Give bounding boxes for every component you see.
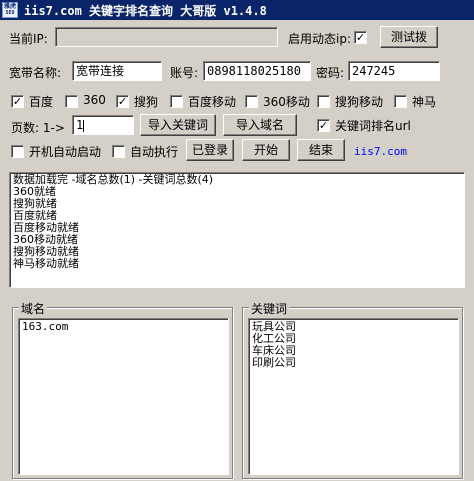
test-dial-button[interactable]: 测试拨 xyxy=(380,26,438,48)
broadband-name-label: 宽带名称: xyxy=(9,66,62,80)
log-line: 百度移动就绪 xyxy=(13,221,79,234)
window-title: iis7.com 关键字排名查询 大哥版 v1.4.8 xyxy=(24,4,267,18)
autorun-checkbox[interactable] xyxy=(112,145,125,158)
app-icon-text-bottom: SEO xyxy=(5,10,15,16)
keywords-group: 关键词 玩具公司 化工公司 车床公司 印刷公司 xyxy=(242,300,463,479)
engine-360-checkbox[interactable] xyxy=(65,95,78,108)
broadband-name-input[interactable]: 宽带连接 xyxy=(72,61,162,81)
log-line: 360移动就绪 xyxy=(13,233,78,246)
engine-shenma-label: 神马 xyxy=(412,95,437,109)
keywords-list[interactable]: 玩具公司 化工公司 车床公司 印刷公司 xyxy=(248,318,459,475)
log-line: 360就绪 xyxy=(13,185,56,198)
start-button[interactable]: 开始 xyxy=(242,139,290,161)
engine-sogou-mobile-checkbox[interactable] xyxy=(317,95,330,108)
current-ip-label: 当前IP: xyxy=(9,32,48,46)
import-domains-button[interactable]: 导入域名 xyxy=(223,114,297,136)
end-button[interactable]: 结束 xyxy=(297,139,345,161)
dynamic-ip-checkbox[interactable]: ✓ xyxy=(354,31,367,44)
log-line: 搜狗移动就绪 xyxy=(13,245,79,258)
app-icon-text-top: 雅虎 xyxy=(3,3,16,10)
domains-list[interactable]: 163.com xyxy=(18,318,229,475)
engine-sogou-label: 搜狗 xyxy=(134,95,159,109)
engine-360-mobile-label: 360移动 xyxy=(263,95,310,109)
title-bar[interactable]: 雅虎 SEO iis7.com 关键字排名查询 大哥版 v1.4.8 xyxy=(0,0,474,20)
engine-baidu-checkbox[interactable]: ✓ xyxy=(11,95,24,108)
keyword-url-label: 关键词排名url xyxy=(335,119,411,133)
dynamic-ip-label: 启用动态ip: xyxy=(288,32,351,46)
engine-sogou-checkbox[interactable]: ✓ xyxy=(116,95,129,108)
log-line: 搜狗就绪 xyxy=(13,197,57,210)
pages-input-value: 1 xyxy=(76,118,84,132)
engine-sogou-mobile-label: 搜狗移动 xyxy=(335,95,384,109)
engine-baidu-mobile-label: 百度移动 xyxy=(188,95,237,109)
engine-baidu-label: 百度 xyxy=(29,95,54,109)
account-input[interactable]: 0898118025180 xyxy=(203,61,311,81)
keyword-url-checkbox[interactable]: ✓ xyxy=(317,119,330,132)
autorun-label: 自动执行 xyxy=(130,145,179,159)
engine-shenma-checkbox[interactable] xyxy=(394,95,407,108)
engine-360-mobile-checkbox[interactable] xyxy=(245,95,258,108)
text-cursor xyxy=(83,119,85,132)
domains-group-title: 域名 xyxy=(19,300,48,317)
autostart-checkbox[interactable] xyxy=(11,145,24,158)
log-line: 数据加载完 -域名总数(1) -关键词总数(4) xyxy=(13,173,214,186)
keyword-item[interactable]: 印刷公司 xyxy=(252,357,455,369)
engine-baidu-mobile-checkbox[interactable] xyxy=(170,95,183,108)
pages-input[interactable]: 1 xyxy=(72,115,134,135)
domains-group: 域名 163.com xyxy=(12,300,233,479)
keywords-group-title: 关键词 xyxy=(249,300,290,317)
engine-360-label: 360 xyxy=(83,93,106,107)
logged-in-button[interactable]: 已登录 xyxy=(186,139,234,161)
autostart-label: 开机自动启动 xyxy=(29,145,102,159)
log-output[interactable]: 数据加载完 -域名总数(1) -关键词总数(4) 360就绪 搜狗就绪 百度就绪… xyxy=(9,172,465,288)
account-label: 账号: xyxy=(170,66,199,80)
pages-label: 页数: 1-> xyxy=(11,121,65,135)
current-ip-field[interactable] xyxy=(55,27,278,47)
log-line: 百度就绪 xyxy=(13,209,57,222)
domain-item[interactable]: 163.com xyxy=(22,321,225,333)
import-keywords-button[interactable]: 导入关键词 xyxy=(140,114,216,136)
app-logo-icon: 雅虎 SEO xyxy=(2,2,18,18)
password-input[interactable]: 247245 xyxy=(348,61,440,81)
site-link[interactable]: iis7.com xyxy=(354,145,407,158)
password-label: 密码: xyxy=(316,66,345,80)
log-line: 神马移动就绪 xyxy=(13,257,79,270)
